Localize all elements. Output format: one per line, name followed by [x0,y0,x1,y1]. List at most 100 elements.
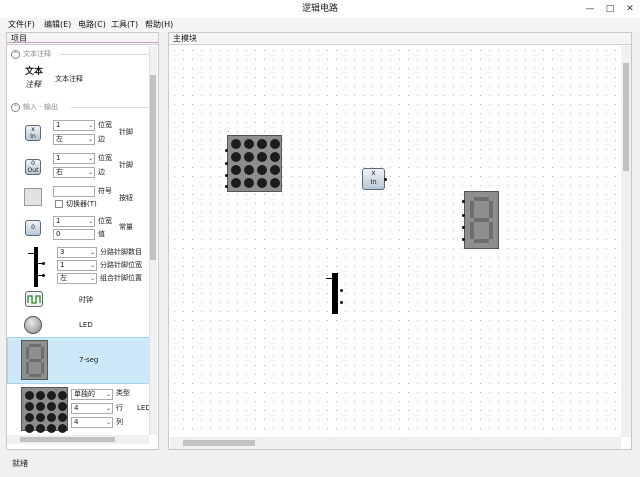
pin-out-name: 针脚 [119,161,133,169]
menu-help[interactable]: 帮助(H) [145,18,173,32]
led-matrix-rows-select[interactable]: 4 ⌄ [71,403,113,414]
led-matrix-dot [231,178,241,188]
menu-edit[interactable]: 编辑(E) [44,18,71,32]
led-matrix-dot [257,165,267,175]
led-matrix-dot [270,152,280,162]
canvas-vertical-scroll-thumb[interactable] [623,63,629,171]
menu-bar: 文件(F) 编辑(E) 电路(C) 工具(T) 帮助(H) [0,18,640,32]
led-icon[interactable] [24,316,42,334]
led-matrix-dot [47,413,56,422]
component-panel: 项目 ⌃ 文本注释 文本 注释 文本注释 ⌃ 输入 - 输出 x In 1 ⌄ 左 ⌄ 位… [6,32,159,450]
led-matrix-dot [244,178,254,188]
pin-in-side-select[interactable]: 左 ⌄ [53,134,95,145]
led-matrix-dot [257,178,267,188]
maximize-icon[interactable]: □ [600,0,620,18]
led-matrix-dot [244,152,254,162]
led-matrix-rows-label: 行 [116,404,123,412]
title-bar: 逻辑电路 — □ ✕ [0,0,640,18]
led-matrix-dot [231,152,241,162]
clock-icon[interactable] [25,291,43,307]
led-matrix-dot [25,413,34,422]
led-matrix-dot [47,402,56,411]
led-matrix-dot [25,402,34,411]
led-matrix-dot [231,139,241,149]
led-matrix-dot [47,424,56,433]
canvas-led-matrix[interactable] [227,135,282,192]
constant-value-input[interactable]: 0 [53,229,95,240]
led-matrix-dot [25,424,34,433]
button-symbol-input[interactable] [53,186,95,197]
seven-seg-name: 7-seg [79,356,99,364]
splitter-width-select[interactable]: 1 ⌄ [57,260,97,271]
led-matrix-dot [58,402,67,411]
collapse-icon[interactable]: ⌃ [11,102,20,112]
status-text: 就绪 [12,459,28,468]
led-matrix-dot [36,424,45,433]
pin-out-width-select[interactable]: 1 ⌄ [53,153,95,164]
button-symbol-label: 符号 [98,187,112,195]
led-matrix-dot [244,165,254,175]
status-bar: 就绪 [0,452,640,477]
pin-out-width-label: 位宽 [98,154,112,162]
pin-out-icon[interactable]: 0 Out [25,159,41,175]
splitter-count-select[interactable]: 3 ⌄ [57,247,97,258]
minimize-icon[interactable]: — [580,0,600,18]
toggle-label: 切换器(T) [66,200,97,208]
left-vertical-scroll-thumb[interactable] [150,75,156,260]
text-section-header[interactable]: ⌃ 文本注释 [11,48,151,60]
led-matrix-dot [58,391,67,400]
left-horizontal-scroll-thumb[interactable] [20,437,115,442]
constant-width-select[interactable]: 1 ⌄ [53,216,95,227]
led-matrix-type-select[interactable]: 单独的 ⌄ [71,389,113,400]
led-name: LED [79,321,93,329]
canvas-seven-seg[interactable] [464,191,499,249]
pin-in-width-select[interactable]: 1 ⌄ [53,120,95,131]
pin-in-icon[interactable]: x In [25,125,41,141]
menu-tools[interactable]: 工具(T) [111,18,138,32]
constant-icon[interactable]: 0 [25,220,41,236]
canvas-panel: 主模块 x In [168,32,632,450]
text-big: 文本 [25,67,44,77]
splitter-count-label: 分路针脚数目 [100,248,142,256]
constant-name: 常量 [119,223,133,231]
splitter-icon[interactable] [34,247,38,287]
led-matrix-dot [244,139,254,149]
pin-out-side-label: 边 [98,168,105,176]
button-name: 按钮 [119,194,133,202]
led-matrix-dot [36,413,45,422]
io-section-header[interactable]: ⌃ 输入 - 输出 [11,101,151,113]
led-matrix-dot [270,139,280,149]
led-matrix-icon[interactable] [21,387,68,433]
collapse-icon[interactable]: ⌃ [11,49,20,59]
panel-title: 项目 [7,33,158,45]
led-matrix-dot [36,391,45,400]
led-matrix-cols-label: 列 [116,418,123,426]
led-matrix-dot [47,391,56,400]
button-icon[interactable] [24,188,42,206]
text-annotation-label[interactable]: 文本注释 [55,74,83,84]
menu-file[interactable]: 文件(F) [8,18,35,32]
canvas-grid[interactable]: x In [170,46,624,437]
menu-circuit[interactable]: 电路(C) [78,18,106,32]
window-title: 逻辑电路 [301,4,338,14]
canvas-horizontal-scroll-thumb[interactable] [183,440,255,446]
canvas-splitter[interactable] [332,273,338,314]
splitter-width-label: 分路针脚位宽 [100,261,142,269]
led-matrix-dot [231,165,241,175]
led-matrix-dot [25,391,34,400]
led-matrix-dot [257,139,267,149]
pin-out-side-select[interactable]: 右 ⌄ [53,167,95,178]
led-matrix-dot [36,402,45,411]
canvas-title: 主模块 [169,33,631,45]
led-matrix-dot [58,413,67,422]
led-matrix-dot [58,424,67,433]
led-matrix-cols-select[interactable]: 4 ⌄ [71,417,113,428]
close-icon[interactable]: ✕ [620,0,640,18]
canvas-input-pin[interactable]: x In [362,168,385,190]
pin-in-name: 针脚 [119,128,133,136]
toggle-checkbox[interactable] [55,200,63,208]
text-italic: 注释 [25,80,41,89]
splitter-side-select[interactable]: 左 ⌄ [57,273,97,284]
led-matrix-dot [257,152,267,162]
led-matrix-type-label: 类型 [116,389,130,397]
